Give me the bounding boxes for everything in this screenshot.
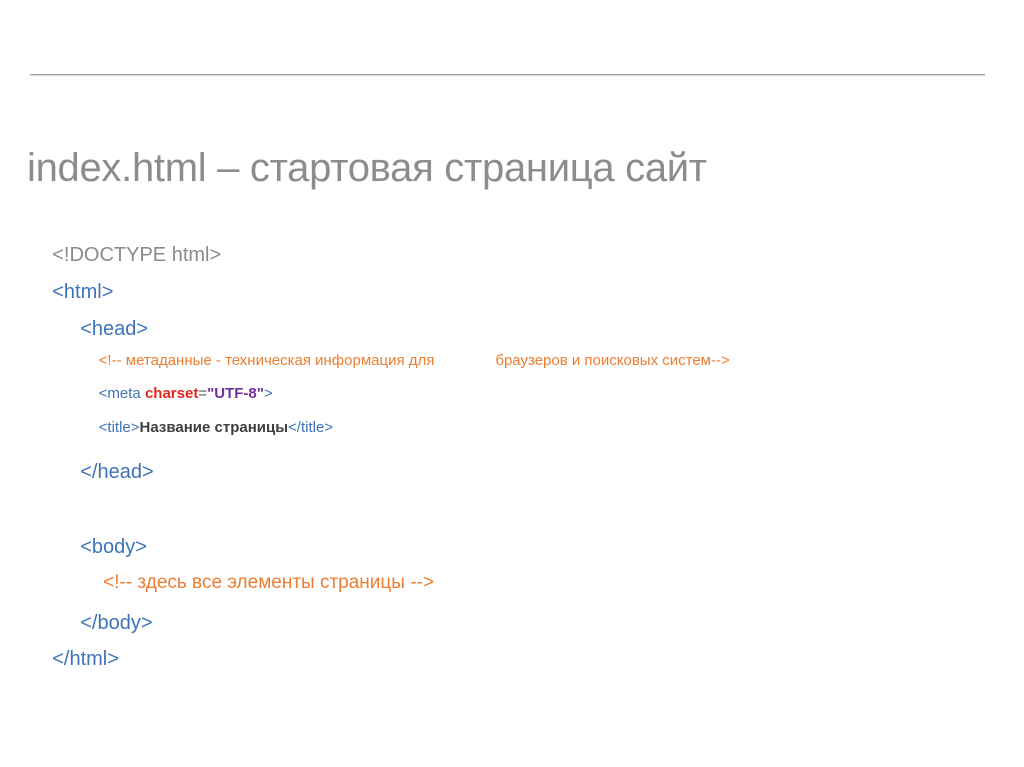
body-comment: <!-- здесь все элементы страницы --> <box>103 571 434 593</box>
meta-attr-value: "UTF-8" <box>207 384 264 402</box>
meta-comment-part1: <!-- метаданные - техническая информация… <box>98 351 435 369</box>
title-close-tag: </title> <box>288 418 334 436</box>
title-open-tag: <title> <box>98 418 140 436</box>
title-divider-rule <box>30 74 985 76</box>
meta-attr-name: charset <box>144 384 199 402</box>
meta-comment-part2: браузеров и поисковых систем--> <box>495 351 730 369</box>
head-close-tag: </head> <box>80 461 154 483</box>
code-line-head-close: </head> <box>58 439 154 505</box>
html-close-tag: </html> <box>52 648 119 670</box>
title-tag-content: Название страницы <box>139 418 289 436</box>
meta-tag-close: > <box>263 384 273 402</box>
code-line-html-close: </html> <box>30 626 119 692</box>
meta-tag-open: <meta <box>98 384 145 402</box>
presentation-slide: index.html – стартовая страница сайт <!D… <box>0 0 1024 767</box>
meta-equals-sign: = <box>198 384 208 402</box>
slide-title: index.html – стартовая страница сайт <box>27 146 707 190</box>
